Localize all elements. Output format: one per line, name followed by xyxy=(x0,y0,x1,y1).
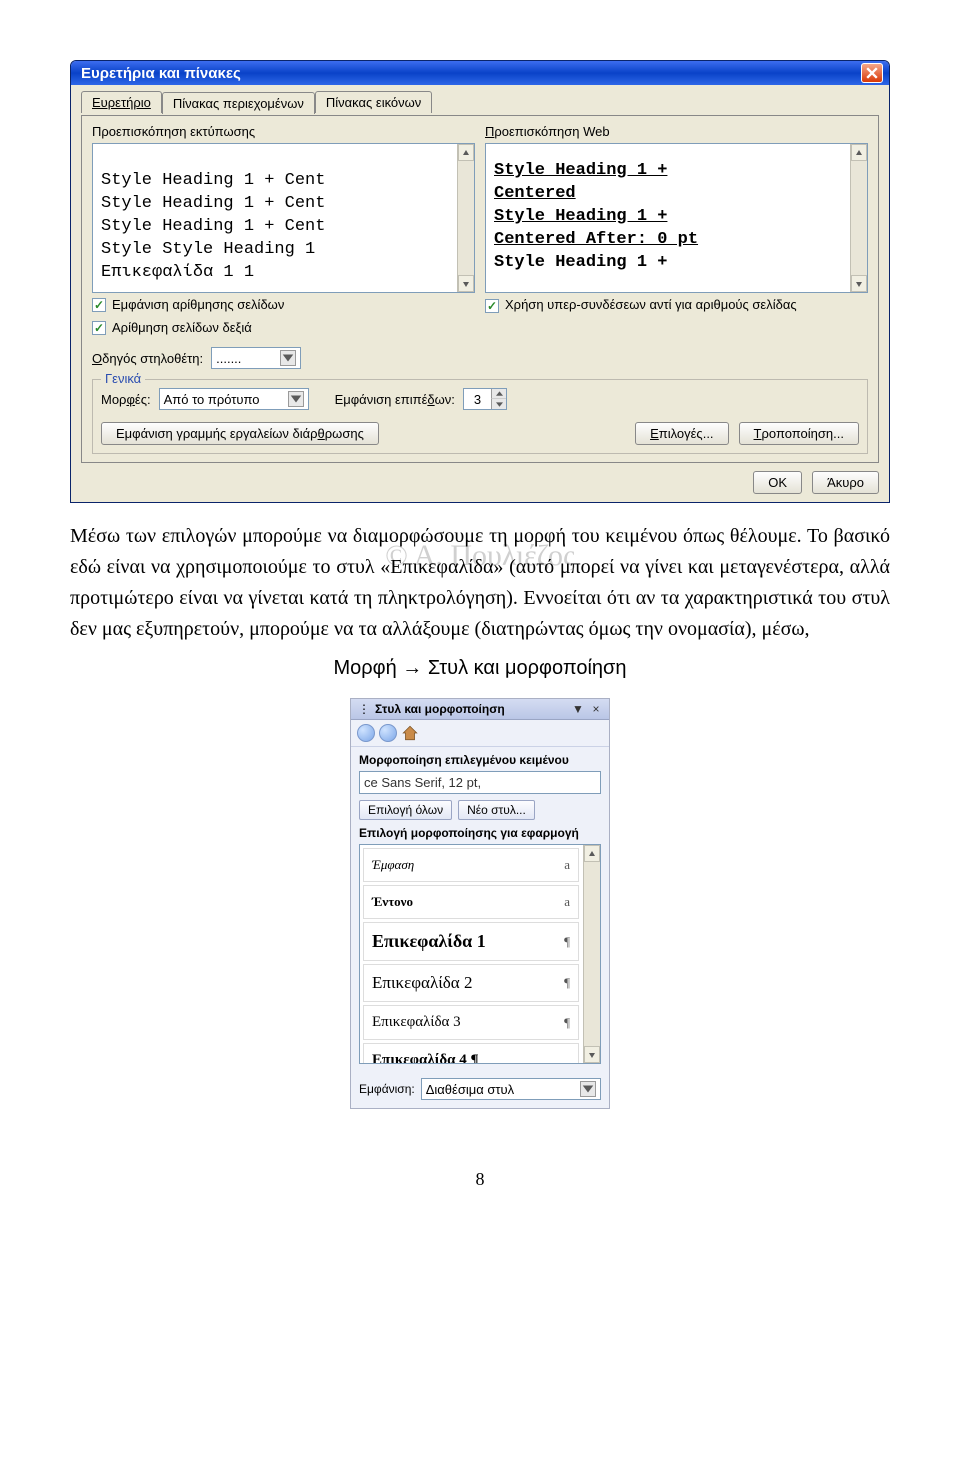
options-button[interactable]: Επιλογές... xyxy=(635,422,728,445)
close-icon[interactable]: × xyxy=(589,702,603,716)
web-preview-scrollbar[interactable] xyxy=(850,144,867,292)
chevron-down-icon[interactable]: ▼ xyxy=(571,702,585,716)
body-paragraph: Μέσω των επιλογών μπορούμε να διαμορφώσο… xyxy=(70,521,890,645)
tab-tof[interactable]: Πίνακας εικόνων xyxy=(315,91,432,113)
apply-formatting-label: Επιλογή μορφοποίησης για εφαρμογή xyxy=(359,826,601,840)
formats-combo[interactable]: Από το πρότυπο xyxy=(159,388,309,410)
task-pane-titlebar[interactable]: ⋮ Στυλ και μορφοποίηση ▼ × xyxy=(351,699,609,720)
tab-leader-combo[interactable]: ....... xyxy=(211,347,301,369)
style-list-item[interactable]: Επικεφαλίδα 1 ¶ xyxy=(363,922,579,961)
style-glyph: ¶ xyxy=(564,934,570,950)
show-page-numbers-label: Εμφάνιση αρίθμησης σελίδων xyxy=(112,297,284,312)
task-pane-title: Στυλ και μορφοποίηση xyxy=(375,702,567,716)
hyperlinks-checkbox[interactable] xyxy=(485,299,499,313)
web-preview-label: Προεπισκόπηση Web xyxy=(485,124,868,139)
cancel-button[interactable]: Άκυρο xyxy=(812,471,879,494)
tab-toc[interactable]: Πίνακας περιεχομένων xyxy=(162,92,315,114)
outline-toolbar-button[interactable]: Εμφάνιση γραμμής εργαλείων διάρθρωσης xyxy=(101,422,379,445)
selected-formatting-label: Μορφοποίηση επιλεγμένου κειμένου xyxy=(359,753,601,767)
style-glyph: a xyxy=(564,857,570,873)
print-preview-label: Προεπισκόπηση εκτύπωσης xyxy=(92,124,475,139)
style-glyph: a xyxy=(564,894,570,910)
scroll-down-icon[interactable] xyxy=(584,1046,600,1063)
forward-icon[interactable] xyxy=(379,724,397,742)
style-list-item[interactable]: Επικεφαλίδα 3 ¶ xyxy=(363,1005,579,1040)
style-name: Επικεφαλίδα 2 xyxy=(372,973,472,993)
style-name: Έμφαση xyxy=(372,857,414,873)
chevron-down-icon xyxy=(288,391,304,407)
show-label: Εμφάνιση: xyxy=(359,1082,415,1096)
spin-up-icon[interactable] xyxy=(491,389,506,399)
chevron-down-icon xyxy=(280,350,296,366)
chevron-right-icon: ⋮ xyxy=(357,702,371,716)
style-listbox[interactable]: ΈμφασηaΈντονοaΕπικεφαλίδα 1¶Επικεφαλίδα … xyxy=(359,844,601,1064)
current-style-display[interactable]: ce Sans Serif, 12 pt, xyxy=(359,771,601,794)
ok-button[interactable]: OK xyxy=(753,471,802,494)
general-group: Γενικά Μορφές: Από το πρότυπο Εμφάνιση ε… xyxy=(92,379,868,454)
right-align-page-numbers-checkbox[interactable] xyxy=(92,321,106,335)
scroll-up-icon[interactable] xyxy=(458,144,474,161)
style-list-item[interactable]: Επικεφαλίδα 2 ¶ xyxy=(363,964,579,1002)
scroll-up-icon[interactable] xyxy=(584,845,600,862)
spin-down-icon[interactable] xyxy=(491,399,506,409)
style-list-item[interactable]: Έντονο a xyxy=(363,885,579,919)
style-glyph: ¶ xyxy=(564,1015,570,1031)
print-preview-scrollbar[interactable] xyxy=(457,144,474,292)
tab-leader-label: Οδηγός στηλοθέτη: xyxy=(92,351,203,366)
general-legend: Γενικά xyxy=(101,371,145,386)
home-icon[interactable] xyxy=(401,724,419,742)
select-all-button[interactable]: Επιλογή όλων xyxy=(359,800,452,820)
levels-spin[interactable]: 3 xyxy=(463,388,507,410)
right-align-page-numbers-label: Αρίθμηση σελίδων δεξιά xyxy=(112,320,252,335)
web-preview-box: Style Heading 1 + Centered Style Heading… xyxy=(485,143,868,293)
back-icon[interactable] xyxy=(357,724,375,742)
show-combo[interactable]: Διαθέσιμα στυλ xyxy=(421,1078,601,1100)
style-list-item[interactable]: Επικεφαλίδα 4 ¶ xyxy=(363,1043,579,1064)
chevron-down-icon xyxy=(580,1081,596,1097)
tab-index[interactable]: Ευρετήριο xyxy=(81,91,162,113)
scroll-down-icon[interactable] xyxy=(851,275,867,292)
styles-scrollbar[interactable] xyxy=(583,845,600,1063)
tab-row: Ευρετήριο Πίνακας περιεχομένων Πίνακας ε… xyxy=(81,91,879,113)
style-name: Επικεφαλίδα 3 xyxy=(372,1014,461,1031)
hyperlinks-label: Χρήση υπερ-συνδέσεων αντί για αριθμούς σ… xyxy=(505,297,797,312)
toc-dialog: Ευρετήρια και πίνακες Ευρετήριο Πίνακας … xyxy=(70,60,890,503)
dialog-title-bar[interactable]: Ευρετήρια και πίνακες xyxy=(71,61,889,85)
page-number: 8 xyxy=(70,1169,890,1190)
style-glyph: ¶ xyxy=(564,975,570,991)
styles-task-pane: ⋮ Στυλ και μορφοποίηση ▼ × Μορφοποίηση ε… xyxy=(350,698,610,1109)
task-pane-toolbar xyxy=(351,720,609,747)
scroll-down-icon[interactable] xyxy=(458,275,474,292)
show-page-numbers-checkbox[interactable] xyxy=(92,298,106,312)
new-style-button[interactable]: Νέο στυλ... xyxy=(458,800,535,820)
style-name: Έντονο xyxy=(372,894,413,910)
style-name: Επικεφαλίδα 1 xyxy=(372,931,486,952)
style-name: Επικεφαλίδα 4 ¶ xyxy=(372,1052,479,1064)
formats-label: Μορφές: xyxy=(101,392,151,407)
modify-button[interactable]: Τροποποίηση... xyxy=(739,422,859,445)
scroll-up-icon[interactable] xyxy=(851,144,867,161)
print-preview-box: Style Heading 1 + Cent Style Heading 1 +… xyxy=(92,143,475,293)
levels-label: Εμφάνιση επιπέδων: xyxy=(335,392,455,407)
menu-path-text: Μορφή → Στυλ και μορφοποίηση xyxy=(70,657,890,680)
style-list-item[interactable]: Έμφαση a xyxy=(363,848,579,882)
close-icon[interactable] xyxy=(861,63,883,83)
dialog-title: Ευρετήρια και πίνακες xyxy=(81,65,861,82)
